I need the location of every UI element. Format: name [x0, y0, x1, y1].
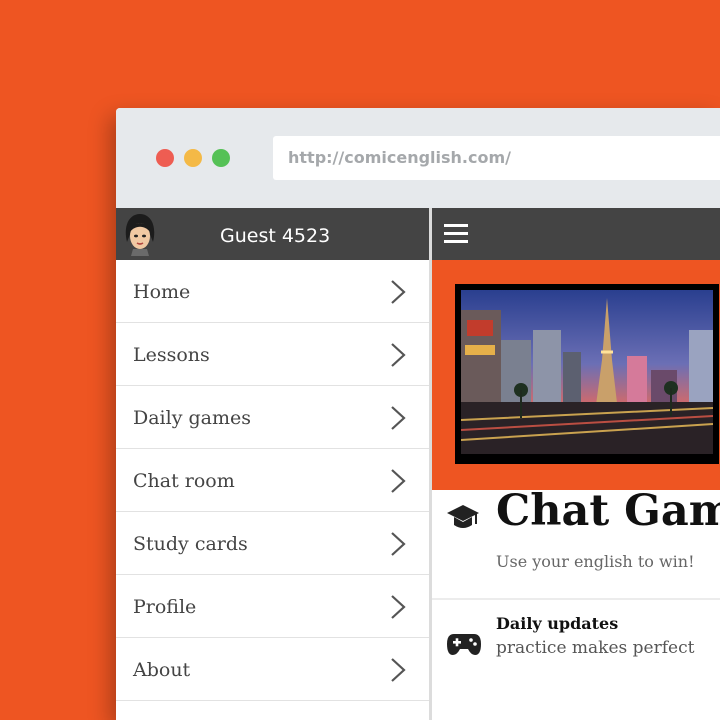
main-content: Chat Game Use your english to win! Daily…	[432, 208, 720, 720]
sidebar-item-lessons[interactable]: Lessons	[116, 323, 429, 386]
chevron-right-icon	[391, 532, 406, 556]
avatar[interactable]	[123, 212, 157, 256]
chevron-right-icon	[391, 595, 406, 619]
browser-toolbar: http://comicenglish.com/	[116, 108, 720, 208]
graduation-cap-icon	[447, 505, 479, 528]
feature-title: Daily updates	[496, 614, 619, 633]
feature-item: Daily updates practice makes perfect	[432, 614, 720, 720]
sidebar-item-label: Chat room	[133, 470, 235, 492]
chevron-right-icon	[391, 658, 406, 682]
sidebar-item-home[interactable]: Home	[116, 260, 429, 323]
close-window-button[interactable]	[156, 149, 174, 167]
city-photo	[461, 290, 713, 454]
hero-image-frame	[455, 284, 719, 464]
gamepad-icon	[447, 634, 481, 655]
page-title: Chat Game	[496, 486, 720, 536]
sidebar: Guest 4523 Home Lessons Daily games Chat…	[116, 208, 432, 720]
sidebar-item-study-cards[interactable]: Study cards	[116, 512, 429, 575]
top-bar	[432, 208, 720, 260]
chevron-right-icon	[391, 469, 406, 493]
page-subtitle: Use your english to win!	[496, 552, 695, 571]
menu-icon[interactable]	[444, 224, 468, 244]
sidebar-item-label: Lessons	[133, 344, 210, 366]
title-section: Chat Game Use your english to win!	[432, 486, 720, 571]
chevron-right-icon	[391, 280, 406, 304]
browser-window: http://comicenglish.com/ Guest 4523 Home…	[116, 108, 720, 720]
user-name: Guest 4523	[220, 225, 331, 247]
sidebar-item-label: About	[133, 659, 191, 681]
chevron-right-icon	[391, 406, 406, 430]
sidebar-item-label: Study cards	[133, 533, 248, 555]
sidebar-item-label: Home	[133, 281, 191, 303]
hero-banner	[432, 260, 720, 490]
user-header: Guest 4523	[116, 208, 429, 260]
section-divider	[432, 598, 720, 600]
sidebar-item-label: Profile	[133, 596, 197, 618]
sidebar-item-chat-room[interactable]: Chat room	[116, 449, 429, 512]
sidebar-item-profile[interactable]: Profile	[116, 575, 429, 638]
sidebar-item-label: Daily games	[133, 407, 251, 429]
minimize-window-button[interactable]	[184, 149, 202, 167]
feature-subtitle: practice makes perfect	[496, 638, 695, 658]
address-bar[interactable]: http://comicenglish.com/	[273, 136, 720, 180]
sidebar-item-daily-games[interactable]: Daily games	[116, 386, 429, 449]
maximize-window-button[interactable]	[212, 149, 230, 167]
sidebar-item-about[interactable]: About	[116, 638, 429, 701]
chevron-right-icon	[391, 343, 406, 367]
